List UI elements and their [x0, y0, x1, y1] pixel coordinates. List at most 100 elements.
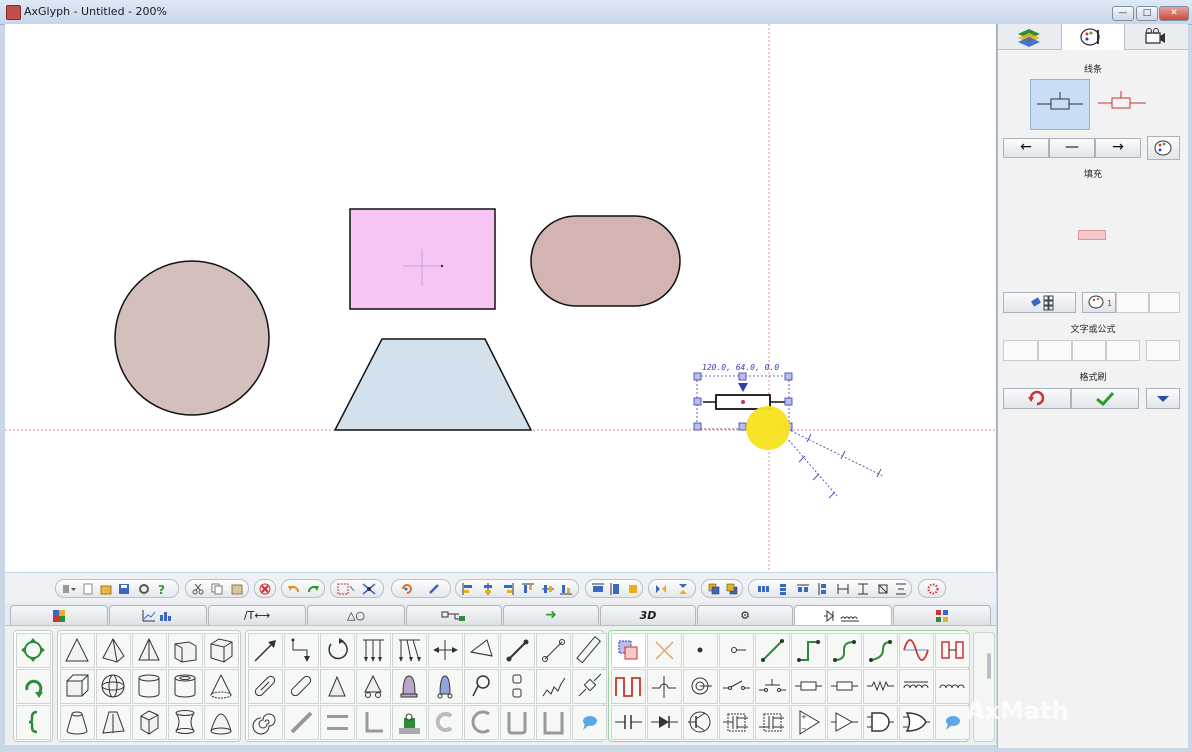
tab-chart[interactable] — [109, 605, 207, 625]
multi-arrow-tool[interactable] — [356, 633, 391, 668]
hexprism-tool[interactable] — [132, 705, 167, 740]
angle-tool[interactable] — [356, 705, 391, 740]
tab-misc[interactable] — [893, 605, 991, 625]
send-back-icon[interactable] — [726, 583, 738, 595]
maximize-button[interactable]: □ — [1136, 6, 1158, 21]
distribute-v-icon[interactable] — [610, 583, 622, 595]
move-tool[interactable] — [16, 633, 51, 668]
vector-tool[interactable] — [464, 633, 499, 668]
fill-palette-button[interactable]: 1 — [1082, 292, 1116, 313]
block-tool[interactable] — [392, 705, 427, 740]
fuse-tool[interactable] — [791, 669, 826, 704]
tab-circuit[interactable] — [794, 605, 892, 626]
or-gate-tool[interactable] — [899, 705, 934, 740]
pyramid-tool[interactable] — [96, 633, 131, 668]
text-slot-5[interactable] — [1146, 340, 1180, 361]
format-dropdown-button[interactable] — [1146, 388, 1180, 409]
equal-height-icon[interactable] — [817, 583, 829, 595]
ring-tool[interactable] — [428, 705, 463, 740]
text-slot-4[interactable] — [1106, 340, 1140, 361]
line-style-red[interactable] — [1094, 79, 1152, 128]
arrow-none-button[interactable]: — — [1049, 138, 1095, 158]
tab-text-line[interactable]: /T⟷ — [208, 605, 306, 625]
prism-tool[interactable] — [168, 633, 203, 668]
line-tool[interactable] — [536, 633, 571, 668]
align-right-icon[interactable] — [502, 583, 514, 595]
square-wave-tool[interactable] — [611, 669, 646, 704]
space-v-icon[interactable] — [777, 583, 789, 595]
diode-tool[interactable] — [647, 705, 682, 740]
cube-tool[interactable] — [60, 669, 95, 704]
curve2-wire-tool[interactable] — [863, 633, 898, 668]
cart-tool[interactable] — [356, 669, 391, 704]
palette-scroll-thumb[interactable] — [987, 653, 991, 679]
sine-tool[interactable] — [899, 633, 934, 668]
distribute-h-icon[interactable] — [592, 583, 604, 595]
buffer-tool[interactable] — [827, 705, 862, 740]
distribute-both-icon[interactable] — [627, 583, 639, 595]
brace-tool[interactable] — [16, 705, 51, 740]
tab-connector[interactable] — [406, 605, 502, 625]
rocket-tool[interactable] — [428, 669, 463, 704]
arrow-start-button[interactable]: ← — [1003, 138, 1049, 158]
damper-tool[interactable] — [572, 669, 607, 704]
plates-tool[interactable] — [320, 705, 355, 740]
save-icon[interactable] — [118, 583, 130, 595]
opamp-tool[interactable]: + − — [791, 705, 826, 740]
mosfet-tool[interactable] — [719, 705, 754, 740]
help-icon[interactable]: ? — [156, 583, 168, 595]
cross-tool[interactable] — [647, 633, 682, 668]
fill-option-slot-2[interactable] — [1149, 292, 1180, 313]
frustum-tool[interactable] — [60, 705, 95, 740]
drawing-canvas[interactable]: 120.0, 64.0, 0.0 — [5, 24, 997, 572]
arc-tool[interactable] — [320, 633, 355, 668]
node-tool[interactable] — [683, 633, 718, 668]
palette-scroll[interactable] — [973, 632, 995, 742]
circle-shape[interactable] — [114, 260, 270, 416]
bring-front-icon[interactable] — [708, 583, 720, 595]
resistor-tool[interactable] — [827, 669, 862, 704]
open-folder-icon[interactable] — [100, 583, 112, 595]
text-slot-3[interactable] — [1072, 340, 1106, 361]
cone-tool[interactable] — [60, 633, 95, 668]
spiral-tool[interactable] — [248, 705, 283, 740]
rectangle-shape[interactable] — [349, 208, 496, 310]
terminal-tool[interactable] — [719, 633, 754, 668]
tab-style[interactable] — [1061, 24, 1125, 50]
sphere-tool[interactable] — [96, 669, 131, 704]
coil-tool[interactable] — [683, 669, 718, 704]
tab-3d[interactable]: 3D — [600, 605, 696, 625]
arrow-end-button[interactable]: → — [1095, 138, 1141, 158]
measure-tool[interactable] — [935, 633, 970, 668]
bell-tool[interactable] — [392, 669, 427, 704]
component-select-tool[interactable] — [611, 633, 646, 668]
curve-wire-tool[interactable] — [827, 633, 862, 668]
arc-ring-tool[interactable] — [464, 705, 499, 740]
arrow-line-tool[interactable] — [248, 633, 283, 668]
delete-icon[interactable] — [259, 583, 271, 595]
tab-camera[interactable] — [1124, 24, 1186, 49]
wire-tool[interactable] — [755, 633, 790, 668]
switch-tool[interactable] — [719, 669, 754, 704]
line-style-selected[interactable] — [1030, 79, 1090, 130]
format-reset-button[interactable] — [1003, 388, 1071, 409]
multi-slant-tool[interactable] — [392, 633, 427, 668]
spring-tool[interactable] — [536, 669, 571, 704]
snap-icon[interactable] — [362, 583, 380, 595]
text-slot-2[interactable] — [1038, 340, 1072, 361]
trapezoid-shape[interactable] — [333, 338, 533, 431]
align-left-icon[interactable] — [462, 583, 474, 595]
double-arrow-tool[interactable] — [428, 633, 463, 668]
grid-icon[interactable] — [337, 583, 355, 595]
elbow-line-tool[interactable] — [284, 633, 319, 668]
box-tool[interactable] — [204, 633, 239, 668]
align-center-icon[interactable] — [482, 583, 494, 595]
tab-gear[interactable]: ⚙ — [697, 605, 793, 625]
cone2-tool[interactable] — [204, 669, 239, 704]
match-width-icon[interactable] — [837, 583, 849, 595]
clip-tool[interactable] — [284, 669, 319, 704]
align-middle-icon[interactable] — [542, 583, 554, 595]
fill-pattern-button[interactable] — [1003, 292, 1076, 313]
fill-swatch[interactable] — [1078, 230, 1106, 240]
hyperboloid-tool[interactable] — [168, 705, 203, 740]
